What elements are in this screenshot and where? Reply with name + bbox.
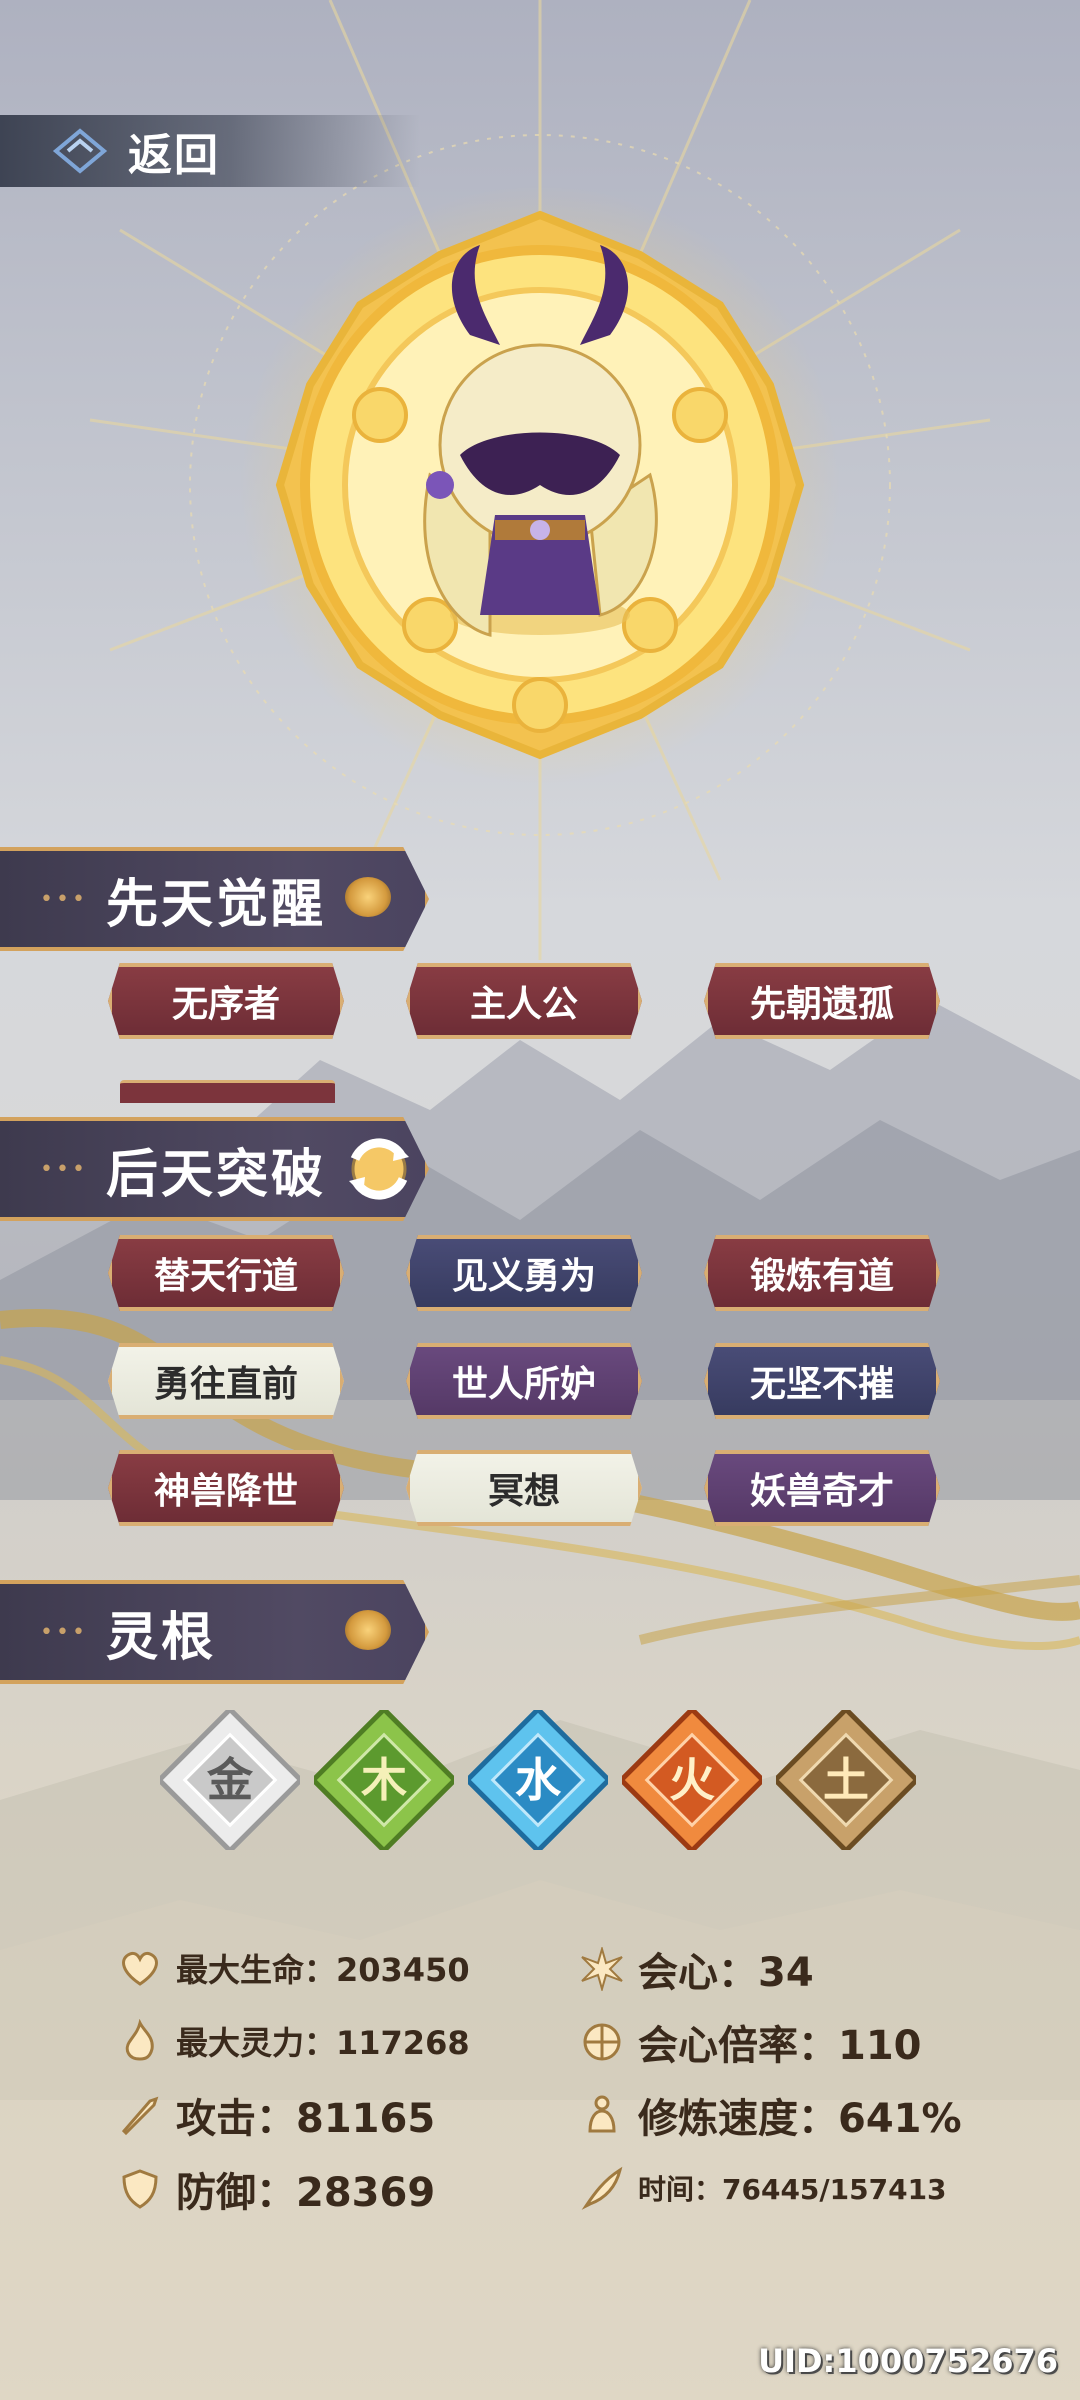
stat-value: 会心：34 <box>638 1950 814 1996</box>
character-avatar[interactable] <box>240 185 840 785</box>
stat-value: 最大灵力：117268 <box>176 2024 470 2062</box>
section-title: 后天突破 <box>105 1144 326 1205</box>
stat-crit: 会心：34 <box>580 1940 814 1998</box>
acquired-tag[interactable]: 无坚不摧 <box>704 1343 940 1419</box>
stat-crit-rate: 会心倍率：110 <box>580 2013 922 2071</box>
element-glyph: 金 <box>206 1753 254 1807</box>
fire-element-icon[interactable]: 火 <box>622 1710 762 1850</box>
burst-icon <box>581 1947 623 1991</box>
water-element-icon[interactable]: 水 <box>468 1710 608 1850</box>
stat-value: 攻击：81165 <box>176 2096 436 2142</box>
stat-value: 最大生命：203450 <box>176 1951 470 1989</box>
stat-value: 防御：28369 <box>176 2170 436 2216</box>
back-button[interactable]: 返回 <box>0 115 420 187</box>
header-dots: ••• <box>40 1619 88 1645</box>
spirit-flame-icon <box>125 2019 154 2061</box>
stat-max-spirit: 最大灵力：117268 <box>118 2018 470 2064</box>
stat-max-hp: 最大生命：203450 <box>118 1945 470 1991</box>
innate-tag[interactable]: 主人公 <box>406 963 642 1039</box>
shield-icon <box>122 2169 158 2209</box>
stat-defense: 防御：28369 <box>118 2160 435 2218</box>
stat-value: 时间：76445/157413 <box>638 2173 947 2206</box>
section-title: 灵根 <box>105 1607 216 1668</box>
stat-value: 修炼速度：641% <box>638 2096 962 2142</box>
gem-icon <box>345 1610 391 1650</box>
meditation-icon <box>588 2095 616 2133</box>
innate-awakening-header: ••• 先天觉醒 <box>0 847 429 951</box>
feather-icon <box>581 2166 623 2210</box>
element-glyph: 水 <box>515 1753 562 1807</box>
acquired-tag[interactable]: 见义勇为 <box>406 1235 642 1311</box>
innate-tag[interactable]: 无序者 <box>108 963 344 1039</box>
back-label: 返回 <box>128 130 220 181</box>
sword-icon <box>121 2096 159 2136</box>
element-glyph: 土 <box>823 1753 869 1807</box>
acquired-breakthrough-header: ••• 后天突破 <box>0 1117 429 1221</box>
crosshair-icon <box>583 2023 621 2061</box>
back-arrow-icon <box>52 128 108 174</box>
wood-element-icon[interactable]: 木 <box>314 1710 454 1850</box>
stat-cultivate-speed: 修炼速度：641% <box>580 2086 962 2144</box>
metal-element-icon[interactable]: 金 <box>160 1710 300 1850</box>
gem-icon <box>345 877 391 917</box>
acquired-tag[interactable]: 冥想 <box>406 1450 642 1526</box>
earth-element-icon[interactable]: 土 <box>776 1710 916 1850</box>
stat-attack: 攻击：81165 <box>118 2086 435 2144</box>
acquired-tag[interactable]: 世人所妒 <box>406 1343 642 1419</box>
uid-label: UID:1000752676 <box>758 2342 1058 2380</box>
header-dots: ••• <box>40 886 88 912</box>
acquired-tag[interactable]: 勇往直前 <box>108 1343 344 1419</box>
acquired-tag[interactable]: 神兽降世 <box>108 1450 344 1526</box>
header-dots: ••• <box>40 1156 88 1182</box>
spirit-root-header: ••• 灵根 <box>0 1580 429 1684</box>
acquired-tag[interactable]: 妖兽奇才 <box>704 1450 940 1526</box>
heart-icon <box>122 1951 158 1986</box>
section-title: 先天觉醒 <box>105 874 326 935</box>
stat-time: 时间：76445/157413 <box>580 2166 947 2210</box>
innate-tag-partial <box>120 1080 335 1103</box>
innate-tag[interactable]: 先朝遗孤 <box>704 963 940 1039</box>
element-glyph: 火 <box>669 1753 715 1807</box>
stat-value: 会心倍率：110 <box>638 2023 922 2069</box>
element-glyph: 木 <box>361 1753 407 1807</box>
refresh-icon[interactable] <box>339 1129 419 1209</box>
acquired-tag[interactable]: 锻炼有道 <box>704 1235 940 1311</box>
acquired-tag[interactable]: 替天行道 <box>108 1235 344 1311</box>
